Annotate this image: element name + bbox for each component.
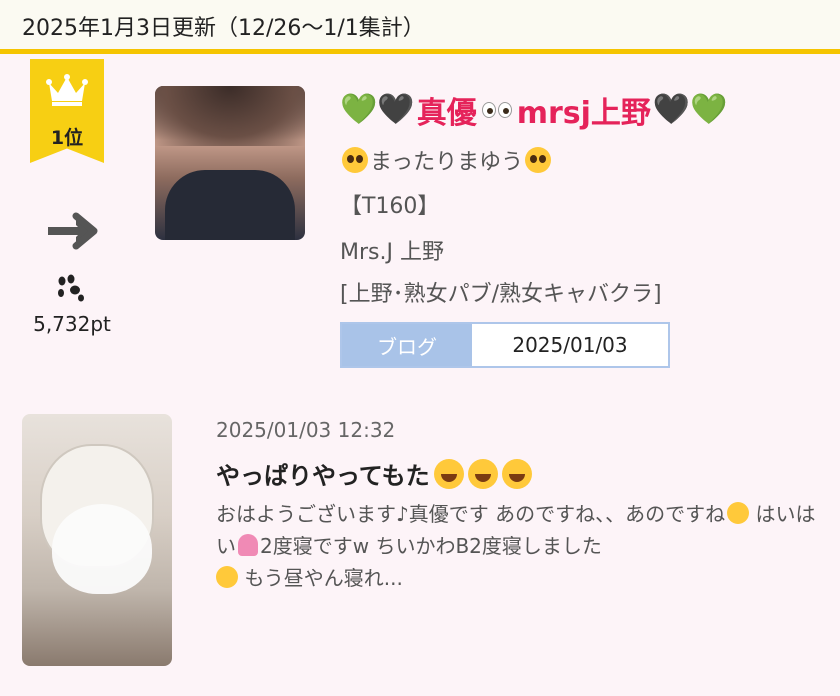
tired-face-icon: [216, 566, 238, 588]
tears-of-joy-icon: [467, 458, 498, 489]
post-excerpt-text-4: もう昼やん寝れ...: [238, 566, 403, 590]
profile-name-text: 真優: [416, 96, 477, 131]
post-title[interactable]: やっぱりやってもた: [216, 456, 532, 491]
eyes-icon: [481, 100, 513, 120]
black-heart-icon: 🖤: [652, 92, 691, 127]
black-heart-icon: 🖤: [377, 92, 415, 127]
green-heart-icon: 💚: [690, 92, 728, 127]
update-header: 2025年1月3日更新（12/26〜1/1集計）: [0, 0, 840, 54]
profile-name-suffix: mrsj上野: [516, 96, 651, 131]
pleading-face-icon: [525, 147, 552, 173]
blog-date: 2025/01/03: [512, 333, 628, 357]
tears-of-joy-icon: [433, 458, 464, 489]
post-timestamp: 2025/01/03 12:32: [216, 418, 396, 442]
update-date-title: 2025年1月3日更新（12/26〜1/1集計）: [22, 16, 425, 41]
crown-icon: [46, 74, 88, 106]
catchphrase-text: まったりまゆう: [370, 150, 524, 175]
pleading-face-icon: [342, 147, 368, 173]
rank-ribbon: 1位: [30, 59, 104, 163]
points-value: 5,732pt: [33, 312, 111, 336]
rank-label: 1位: [50, 127, 84, 149]
green-heart-icon: 💚: [340, 92, 378, 127]
profile-name[interactable]: 💚 🖤 真優 mrsj上野 🖤 💚: [340, 88, 728, 132]
shop-category: [上野･熟女パブ/熟女キャバクラ]: [340, 282, 662, 307]
catchphrase: まったりまゆう: [340, 144, 553, 176]
shop-name[interactable]: Mrs.J 上野: [340, 234, 444, 266]
flushed-face-icon: [727, 502, 750, 524]
post-title-text: やっぱりやってもた: [216, 462, 430, 490]
post-excerpt-text-3: 2度寝ですw ちいかわB2度寝しました: [260, 534, 602, 558]
person-raising-hand-icon: [238, 534, 258, 556]
post-excerpt[interactable]: おはようございます♪真優です あのですね、、あのですね はいはい 2度寝ですw ち…: [216, 498, 816, 594]
profile-height: 【T160】: [340, 194, 440, 219]
tears-of-joy-icon: [501, 458, 532, 489]
blog-label: ブログ: [342, 324, 472, 366]
arrow-right-icon: [48, 212, 98, 250]
profile-photo[interactable]: [155, 86, 305, 240]
blog-link[interactable]: ブログ 2025/01/03: [340, 322, 670, 368]
paw-icon: [58, 274, 84, 302]
post-excerpt-text-1: おはようございます♪真優です あのですね、、あのですね: [216, 502, 726, 526]
post-thumbnail[interactable]: [22, 414, 172, 666]
